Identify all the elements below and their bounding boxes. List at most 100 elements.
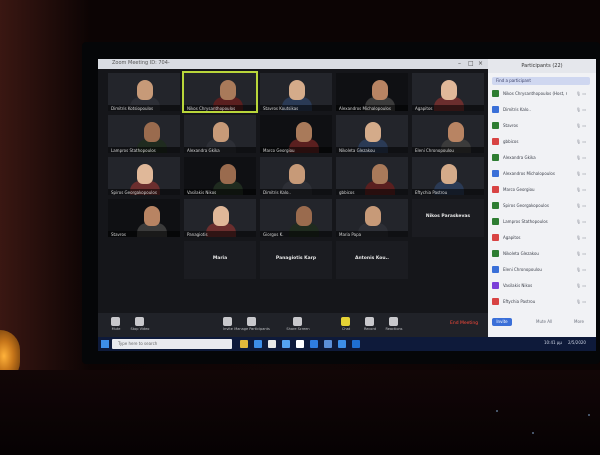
participant-list-name: Stavros bbox=[503, 123, 519, 128]
participant-name: gbbicos bbox=[339, 190, 355, 195]
participants-panel: Participants (22) Find a participant Nik… bbox=[488, 59, 596, 337]
participant-name-tile[interactable]: Panagiotis Karp bbox=[260, 241, 332, 279]
taskbar-app-icon[interactable] bbox=[240, 340, 248, 348]
participant-row[interactable]: Lampros Stathopoulos 🎙 ▭ bbox=[492, 217, 594, 227]
participant-name: Alexandros Michalopoulos bbox=[339, 106, 391, 111]
participant-name: Panagiotis bbox=[187, 232, 208, 237]
participant-video-tile[interactable]: gbbicos bbox=[336, 157, 408, 195]
participant-video-tile[interactable]: Lampros Stathopoulos bbox=[108, 115, 180, 153]
windows-taskbar: Type here to search 10:41 μμ 2/5/2020 bbox=[98, 337, 596, 351]
participant-avatar bbox=[492, 282, 499, 289]
taskbar-app-icon[interactable] bbox=[254, 340, 262, 348]
participant-face bbox=[213, 122, 229, 142]
participant-row[interactable]: Eftychia Pastrou 🎙 ▭ bbox=[492, 297, 594, 307]
participant-video-tile[interactable]: Vasilakis Nikos bbox=[184, 157, 256, 195]
participant-list-name: Agapitos bbox=[503, 235, 521, 240]
taskbar-app-icon[interactable] bbox=[324, 340, 332, 348]
participant-row[interactable]: Eleni Chronopoulou 🎙 ▭ bbox=[492, 265, 594, 275]
participant-video-tile[interactable]: Dimitris Kotsiopoulos bbox=[108, 73, 180, 111]
minimize-icon[interactable]: – bbox=[458, 60, 461, 67]
participant-face bbox=[448, 122, 464, 142]
participant-avatar bbox=[492, 234, 499, 241]
participant-video-tile[interactable]: Agapitos bbox=[412, 73, 484, 111]
participant-video-tile[interactable]: Eleni Chronopoulou bbox=[412, 115, 484, 153]
participant-face bbox=[220, 164, 236, 184]
participant-video-tile[interactable]: Alexandros Michalopoulos bbox=[336, 73, 408, 111]
clock-time: 10:41 μμ bbox=[544, 340, 562, 345]
name-strip: Marco Georgiou bbox=[260, 147, 332, 153]
participant-list-name: Eleni Chronopoulou bbox=[503, 267, 542, 272]
taskbar-search-input[interactable]: Type here to search bbox=[112, 339, 232, 349]
participant-name-tile[interactable]: Nikos Paraskevas bbox=[412, 199, 484, 237]
participant-video-tile[interactable]: Stavros bbox=[108, 199, 180, 237]
participant-row[interactable]: Nikos Chrysanthopoulos (Host, me) 🎙 ▭ bbox=[492, 89, 594, 99]
participants-search-placeholder: Find a participant bbox=[496, 78, 531, 83]
name-strip: Nikoleta Glezakou bbox=[336, 147, 408, 153]
participant-video-tile[interactable]: Panagiotis bbox=[184, 199, 256, 237]
participant-name: Marco Georgiou bbox=[263, 148, 295, 153]
mic-camera-status-icon: 🎙 ▭ bbox=[576, 283, 587, 288]
participant-row[interactable]: Alexandros Michalopoulos 🎙 ▭ bbox=[492, 169, 594, 179]
share-screen-icon bbox=[293, 317, 302, 326]
participant-row[interactable]: Nikoleta Glezakou 🎙 ▭ bbox=[492, 249, 594, 259]
name-strip: Maria Papa bbox=[336, 231, 408, 237]
maximize-icon[interactable]: □ bbox=[468, 60, 474, 67]
participant-name: Maria Papa bbox=[339, 232, 362, 237]
participants-header: Participants (22) bbox=[488, 59, 596, 73]
participant-row[interactable]: gbbicos 🎙 ▭ bbox=[492, 137, 594, 147]
participant-video-tile[interactable]: Giorgos K. bbox=[260, 199, 332, 237]
participant-name-tile[interactable]: Maria bbox=[184, 241, 256, 279]
participant-face bbox=[441, 80, 457, 100]
participant-row[interactable]: Dimitris Kalo.. 🎙 ▭ bbox=[492, 105, 594, 115]
desk-reflection bbox=[496, 410, 498, 412]
participant-face bbox=[144, 122, 160, 142]
share-screen-button[interactable]: Share Screen bbox=[284, 317, 312, 333]
name-strip: gbbicos bbox=[336, 189, 408, 195]
name-strip: Vasilakis Nikos bbox=[184, 189, 256, 195]
taskbar-app-icon[interactable] bbox=[268, 340, 276, 348]
participant-list-name: Alexandra Gkika bbox=[503, 155, 536, 160]
participant-video-tile[interactable]: Maria Papa bbox=[336, 199, 408, 237]
participant-display-name: Maria bbox=[212, 256, 228, 261]
taskbar-app-icon[interactable] bbox=[352, 340, 360, 348]
close-icon[interactable]: × bbox=[478, 60, 483, 67]
invite-button[interactable]: Invite bbox=[492, 318, 512, 326]
participant-list-name: Nikoleta Glezakou bbox=[503, 251, 539, 256]
reactions-button[interactable]: Reactions bbox=[380, 317, 408, 333]
participant-video-tile[interactable]: Stavros Koutsikas bbox=[260, 73, 332, 111]
more-button[interactable]: More bbox=[574, 319, 584, 324]
participant-video-tile[interactable]: Eftychia Pastrou bbox=[412, 157, 484, 195]
participant-row[interactable]: Agapitos 🎙 ▭ bbox=[492, 233, 594, 243]
windows-start-icon[interactable] bbox=[101, 340, 109, 348]
participant-list-name: Alexandros Michalopoulos bbox=[503, 171, 555, 176]
participant-list-name: Dimitris Kalo.. bbox=[503, 107, 531, 112]
participant-row[interactable]: Alexandra Gkika 🎙 ▭ bbox=[492, 153, 594, 163]
taskbar-app-icon[interactable] bbox=[282, 340, 290, 348]
participant-list-name: Eftychia Pastrou bbox=[503, 299, 536, 304]
participant-video-tile[interactable]: Alexandra Gkika bbox=[184, 115, 256, 153]
manage-participants-button[interactable]: Manage Participants bbox=[234, 317, 270, 333]
taskbar-app-icon[interactable] bbox=[338, 340, 346, 348]
participant-face bbox=[144, 206, 160, 226]
participant-row[interactable]: Marco Georgiou 🎙 ▭ bbox=[492, 185, 594, 195]
participant-video-tile[interactable]: Spiros Georgakopoulos bbox=[108, 157, 180, 195]
participant-row[interactable]: Vasilakis Nikos 🎙 ▭ bbox=[492, 281, 594, 291]
taskbar-app-icon[interactable] bbox=[296, 340, 304, 348]
name-strip: Panagiotis bbox=[184, 231, 256, 237]
participants-search-input[interactable]: Find a participant bbox=[492, 77, 590, 85]
participant-name-tile[interactable]: Antonis Kou.. bbox=[336, 241, 408, 279]
participant-list-name: Vasilakis Nikos bbox=[503, 283, 533, 288]
participant-video-tile[interactable]: Nikoleta Glezakou bbox=[336, 115, 408, 153]
name-strip: Dimitris Kalo.. bbox=[260, 189, 332, 195]
monitor-screen: Zoom Meeting ID: 704- – □ × Dimitris Kot… bbox=[98, 59, 596, 351]
participant-video-tile[interactable]: Nikos Chrysanthopoulos bbox=[182, 71, 258, 113]
stop-video-button[interactable]: Stop Video bbox=[126, 317, 154, 333]
participant-video-tile[interactable]: Marco Georgiou bbox=[260, 115, 332, 153]
participant-video-tile[interactable]: Dimitris Kalo.. bbox=[260, 157, 332, 195]
taskbar-app-icon[interactable] bbox=[310, 340, 318, 348]
end-meeting-button[interactable]: End Meeting bbox=[450, 321, 478, 326]
participant-row[interactable]: Spiros Georgakopoulos 🎙 ▭ bbox=[492, 201, 594, 211]
mute-all-button[interactable]: Mute All bbox=[536, 319, 552, 324]
participant-face bbox=[137, 164, 153, 184]
participant-row[interactable]: Stavros 🎙 ▭ bbox=[492, 121, 594, 131]
